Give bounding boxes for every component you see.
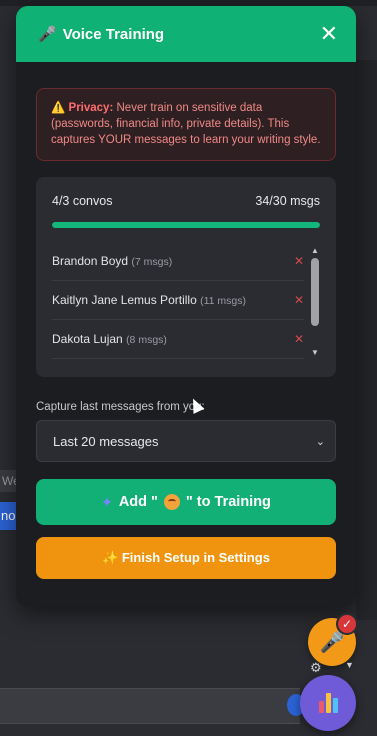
chevron-down-icon: ⌄: [315, 435, 325, 448]
panel-header: 🎤 Voice Training ✕: [16, 6, 356, 62]
remove-icon[interactable]: ✕: [294, 293, 304, 307]
panel-title: Voice Training: [62, 25, 165, 43]
stats-fab-button[interactable]: [300, 675, 356, 731]
list-scrollbar[interactable]: ▲ ▼: [310, 246, 320, 358]
conversation-list: Brandon Boyd (7 msgs) ✕ Kaitlyn Jane Lem…: [52, 242, 304, 359]
background-blue-chip[interactable]: no: [0, 502, 16, 530]
training-progress-fill: [52, 222, 320, 228]
capture-selected-value: Last 20 messages: [53, 433, 159, 449]
scroll-up-icon[interactable]: ▲: [310, 246, 320, 256]
remove-icon[interactable]: ✕: [294, 332, 304, 346]
training-progress-bar: [52, 222, 320, 228]
finish-button-label: ✨ Finish Setup in Settings: [102, 550, 270, 565]
microphone-icon: 🎤: [38, 26, 57, 43]
remove-icon[interactable]: ✕: [294, 254, 304, 268]
checkmark-badge: ✓: [336, 613, 358, 635]
warning-icon: ⚠️: [51, 102, 66, 114]
list-item: Dakota Lujan (8 msgs) ✕: [52, 320, 304, 359]
chevron-down-icon[interactable]: ▼: [345, 660, 354, 670]
message-count: (8 msgs): [126, 334, 167, 346]
capture-count-select[interactable]: Last 20 messages ⌄: [36, 420, 336, 462]
emoji-face-icon: [163, 494, 180, 510]
sparkle-icon: ✦: [101, 493, 113, 510]
bar-chart-icon: [318, 693, 338, 713]
message-count: (7 msgs): [131, 256, 173, 268]
privacy-warning: ⚠️ Privacy: Never train on sensitive dat…: [36, 88, 336, 161]
add-to-training-button[interactable]: ✦ Add " " to Training: [36, 479, 336, 525]
capture-label: Capture last messages from you:: [36, 401, 205, 413]
close-icon[interactable]: ✕: [320, 23, 338, 45]
background-message-input[interactable]: [0, 688, 300, 724]
privacy-label: Privacy:: [68, 102, 114, 114]
scroll-thumb[interactable]: [311, 258, 319, 326]
title-wrap: 🎤 Voice Training: [38, 25, 165, 44]
gear-icon[interactable]: ⚙: [310, 660, 322, 676]
list-item: Kaitlyn Jane Lemus Portillo (11 msgs) ✕: [52, 281, 304, 320]
background-right-edge: [356, 60, 377, 620]
voice-training-panel: 🎤 Voice Training ✕ ⚠️ Privacy: Never tra…: [16, 6, 356, 606]
scroll-down-icon[interactable]: ▼: [310, 348, 320, 358]
conversation-name: Dakota Lujan: [52, 332, 123, 346]
conversation-name: Brandon Boyd: [52, 254, 129, 268]
conversation-name: Kaitlyn Jane Lemus Portillo: [52, 293, 197, 307]
conversations-header: 4/3 convos 34/30 msgs: [52, 194, 320, 208]
background-message-chip: We h: [0, 470, 16, 492]
add-button-prefix: Add ": [118, 494, 158, 510]
finish-setup-button[interactable]: ✨ Finish Setup in Settings: [36, 537, 336, 579]
msgs-count: 34/30 msgs: [255, 194, 320, 208]
list-item: Brandon Boyd (7 msgs) ✕: [52, 242, 304, 281]
add-button-suffix: " to Training: [185, 494, 271, 510]
convos-count: 4/3 convos: [52, 194, 113, 208]
conversations-card: 4/3 convos 34/30 msgs Brandon Boyd (7 ms…: [36, 177, 336, 377]
message-count: (11 msgs): [200, 295, 246, 307]
